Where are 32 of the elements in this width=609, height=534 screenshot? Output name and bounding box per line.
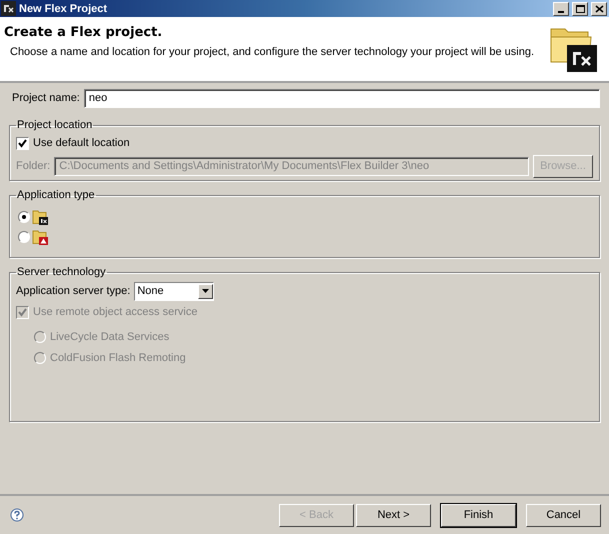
help-icon[interactable] [10,508,24,522]
minimize-icon [558,10,564,12]
radio-label: LiveCycle Data Services [50,330,170,342]
radio-button[interactable] [18,231,30,243]
group-title: Project location [16,119,94,131]
checkbox-label: Use default location [33,137,130,149]
close-icon [594,4,604,12]
maximize-icon [576,4,584,12]
server-type-dropdown[interactable]: None [134,282,214,300]
window-title: New Flex Project [19,2,108,14]
field-label: Project name: [12,92,80,104]
dialog-button[interactable]: Cancel [526,504,601,526]
group-title: Application type [16,189,96,201]
maximize-button[interactable] [572,2,588,16]
checkbox[interactable] [16,136,29,150]
dialog-button[interactable]: Next > [356,504,431,526]
app-icon [1,1,16,16]
caret-icon [202,289,210,293]
folder-badge-icon [32,209,48,225]
page-title: Create a Flex project. [4,25,164,40]
group-title: Server technology [16,266,107,278]
field-label: Folder: [16,160,50,172]
minimize-button[interactable] [553,2,569,16]
project-name-field[interactable]: neo [84,88,600,108]
folder-badge-icon [32,229,48,245]
close-button[interactable] [591,2,607,16]
radio-label: ColdFusion Flash Remoting [50,352,186,364]
dialog-button[interactable]: Finish [441,504,516,526]
checkbox-label: Use remote object access service [33,306,198,318]
page-description: Choose a name and location for your project, and configure the server technology your project will be using. [9,46,536,58]
field-label: Application server type: [16,285,130,297]
radio-button[interactable] [18,211,30,223]
